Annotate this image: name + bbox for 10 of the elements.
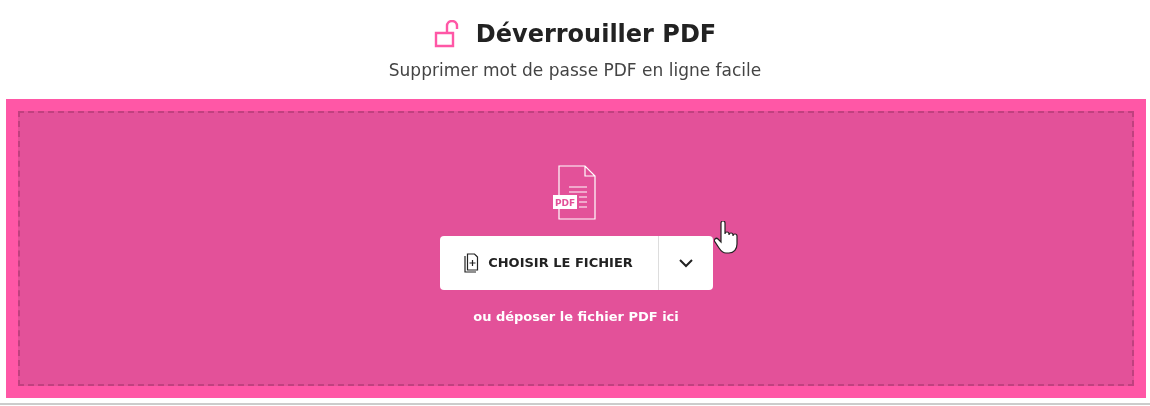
chevron-down-icon	[678, 258, 693, 268]
drop-hint: ou déposer le fichier PDF ici	[473, 308, 679, 326]
drop-zone[interactable]: PDF CHOISIR LE FICHIER ou déposer le fichier PDF ici	[18, 111, 1134, 386]
page-title: Déverrouiller PDF	[475, 21, 717, 46]
add-file-icon	[464, 253, 481, 273]
page-subtitle: Supprimer mot de passe PDF en ligne facile	[388, 58, 762, 82]
unlock-icon	[433, 19, 460, 48]
hand-cursor-icon	[714, 221, 740, 255]
choose-file-button[interactable]: CHOISIR LE FICHIER	[439, 236, 658, 290]
dropdown-button[interactable]	[657, 236, 713, 290]
